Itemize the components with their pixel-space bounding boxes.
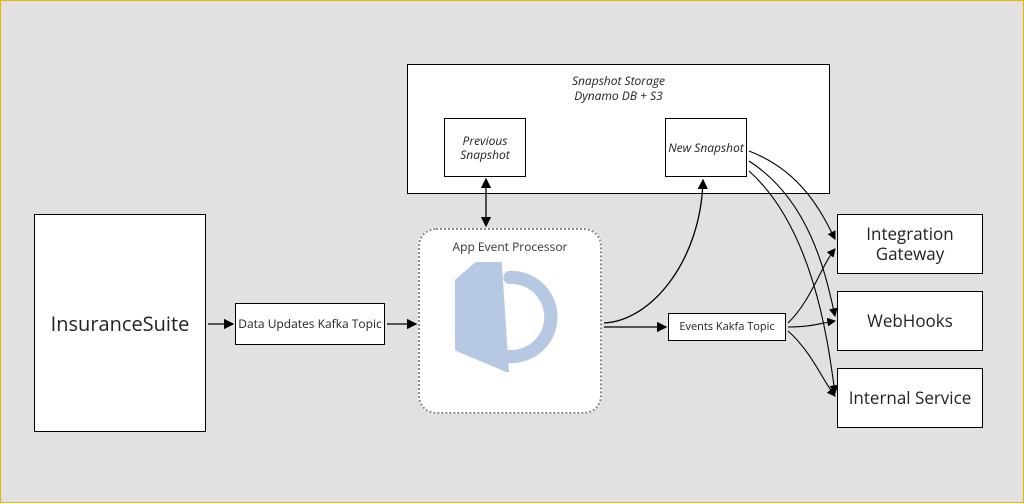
node-internal-service: Internal Service [837, 368, 983, 428]
node-integration-gateway: Integration Gateway [837, 214, 983, 274]
node-label: New Snapshot [668, 141, 744, 155]
node-label: WebHooks [867, 311, 953, 331]
storage-title-line2: Dynamo DB + S3 [574, 87, 663, 104]
node-label: App Event Processor [453, 240, 568, 254]
diagram-canvas: InsuranceSuite Data Updates Kafka Topic … [0, 0, 1024, 503]
node-previous-snapshot: Previous Snapshot [444, 118, 526, 177]
node-label: Data Updates Kafka Topic [238, 317, 381, 331]
node-insurance-suite: InsuranceSuite [34, 214, 206, 432]
node-app-event-processor: App Event Processor [418, 228, 602, 414]
refresh-cycle-icon [455, 262, 565, 375]
node-label: Previous Snapshot [445, 134, 525, 162]
node-webhooks: WebHooks [837, 291, 983, 351]
node-events-topic: Events Kakfa Topic [668, 313, 786, 341]
node-new-snapshot: New Snapshot [665, 118, 747, 177]
storage-title: Snapshot Storage Dynamo DB + S3 [408, 73, 829, 103]
node-label: Internal Service [849, 388, 972, 408]
node-label: Events Kakfa Topic [679, 321, 774, 334]
node-label: Integration Gateway [838, 224, 982, 263]
node-label: InsuranceSuite [51, 312, 190, 335]
node-data-updates-topic: Data Updates Kafka Topic [235, 303, 385, 345]
